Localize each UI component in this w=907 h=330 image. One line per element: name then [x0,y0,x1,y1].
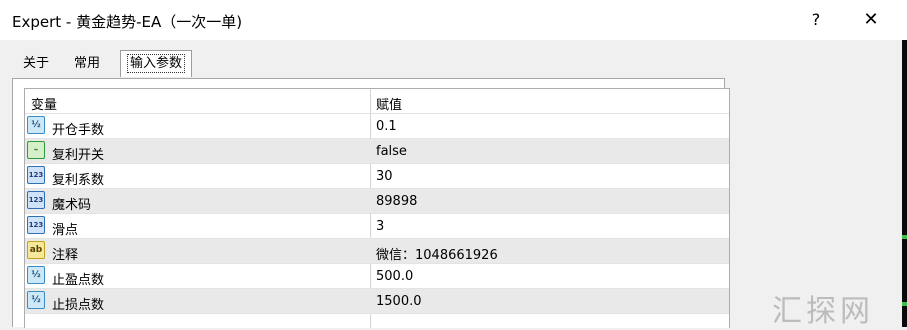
integer-icon: 123 [27,191,45,209]
param-name: 止盈点数 [52,273,105,288]
fraction-icon: ½ [27,116,45,134]
tab-about[interactable]: 关于 [12,52,60,76]
fraction-icon: ½ [27,266,45,284]
chart-edge-mark [902,235,907,239]
table-row[interactable]: 123 魔术码 89898 [25,189,729,214]
param-name: 滑点 [52,223,79,238]
param-name: 复利开关 [52,148,105,163]
param-name: 注释 [52,248,79,263]
boolean-icon: ⌁ [27,141,45,159]
param-name: 止损点数 [52,298,105,313]
integer-icon: 123 [27,166,45,184]
tab-common[interactable]: 常用 [62,52,112,76]
table-row[interactable]: ½ 开仓手数 0.1 [25,114,729,139]
help-button[interactable]: ? [796,6,836,34]
table-row[interactable]: ½ 止盈点数 500.0 [25,264,729,289]
param-name: 魔术码 [52,198,92,213]
table-row[interactable]: 123 滑点 3 [25,214,729,239]
integer-icon: 123 [27,216,45,234]
param-value[interactable]: 500.0 [376,269,413,284]
inputs-table: 变量 赋值 ½ 开仓手数 0.1 ⌁ 复利开关 false 123 复利系数 3… [24,88,730,328]
param-value[interactable]: 30 [376,169,393,184]
background-chart-edge [902,40,907,327]
fraction-icon: ½ [27,291,45,309]
param-value[interactable]: 3 [376,219,384,234]
header-value[interactable]: 赋值 [376,94,402,113]
table-row[interactable]: ½ 止损点数 1500.0 [25,289,729,314]
param-value[interactable]: 89898 [376,194,417,209]
title-bar: Expert - 黄金趋势-EA（一次一单) ? ✕ [0,0,907,40]
table-header: 变量 赋值 [25,89,729,114]
watermark: 汇探网 [772,294,874,329]
param-value[interactable]: 微信：1048661926 [376,244,498,263]
tab-inputs-label: 输入参数 [126,54,185,73]
chart-edge-mark [902,302,907,306]
header-variable[interactable]: 变量 [31,94,57,113]
param-value[interactable]: false [376,144,407,159]
table-row[interactable]: 123 复利系数 30 [25,164,729,189]
tab-panel: 变量 赋值 ½ 开仓手数 0.1 ⌁ 复利开关 false 123 复利系数 3… [12,78,730,328]
param-value[interactable]: 0.1 [376,119,397,134]
close-button[interactable]: ✕ [851,6,891,34]
param-name: 开仓手数 [52,123,105,138]
string-icon: ab [27,241,45,259]
tab-inputs[interactable]: 输入参数 [120,50,192,77]
param-name: 复利系数 [52,173,105,188]
table-row[interactable]: ab 注释 微信：1048661926 [25,239,729,264]
window-title: Expert - 黄金趋势-EA（一次一单) [12,13,243,31]
param-value[interactable]: 1500.0 [376,294,422,309]
table-row[interactable]: ⌁ 复利开关 false [25,139,729,164]
